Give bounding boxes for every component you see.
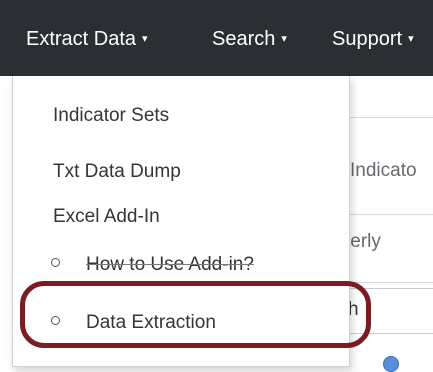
nav-search[interactable]: Search ▾ <box>212 28 287 51</box>
nav-support[interactable]: Support ▾ <box>332 28 414 51</box>
background-text-indicators: Indicato <box>350 160 417 181</box>
radio-button[interactable] <box>383 356 399 372</box>
menu-item-excel-add-in[interactable]: Excel Add-In <box>53 206 160 228</box>
background-text-quarterly: terly <box>345 231 381 252</box>
nav-search-label: Search <box>212 28 276 50</box>
caret-down-icon: ▾ <box>408 33 414 45</box>
top-navbar: Extract Data ▾ Search ▾ Support ▾ <box>0 0 433 76</box>
submenu-item-how-to-use-add-in[interactable]: How to Use Add-in? <box>51 254 254 276</box>
highlight-annotation-ring <box>20 281 371 348</box>
nav-extract-data-label: Extract Data <box>26 28 137 50</box>
menu-item-indicator-sets[interactable]: Indicator Sets <box>53 105 169 127</box>
submenu-item-label: How to Use Add-in? <box>86 254 254 275</box>
divider <box>345 214 433 215</box>
nav-extract-data[interactable]: Extract Data ▾ <box>26 28 148 51</box>
menu-item-txt-data-dump[interactable]: Txt Data Dump <box>53 161 181 183</box>
divider <box>345 117 433 118</box>
caret-down-icon: ▾ <box>281 33 287 45</box>
nav-support-label: Support <box>332 28 403 50</box>
bullet-icon <box>51 258 60 267</box>
caret-down-icon: ▾ <box>142 33 148 45</box>
